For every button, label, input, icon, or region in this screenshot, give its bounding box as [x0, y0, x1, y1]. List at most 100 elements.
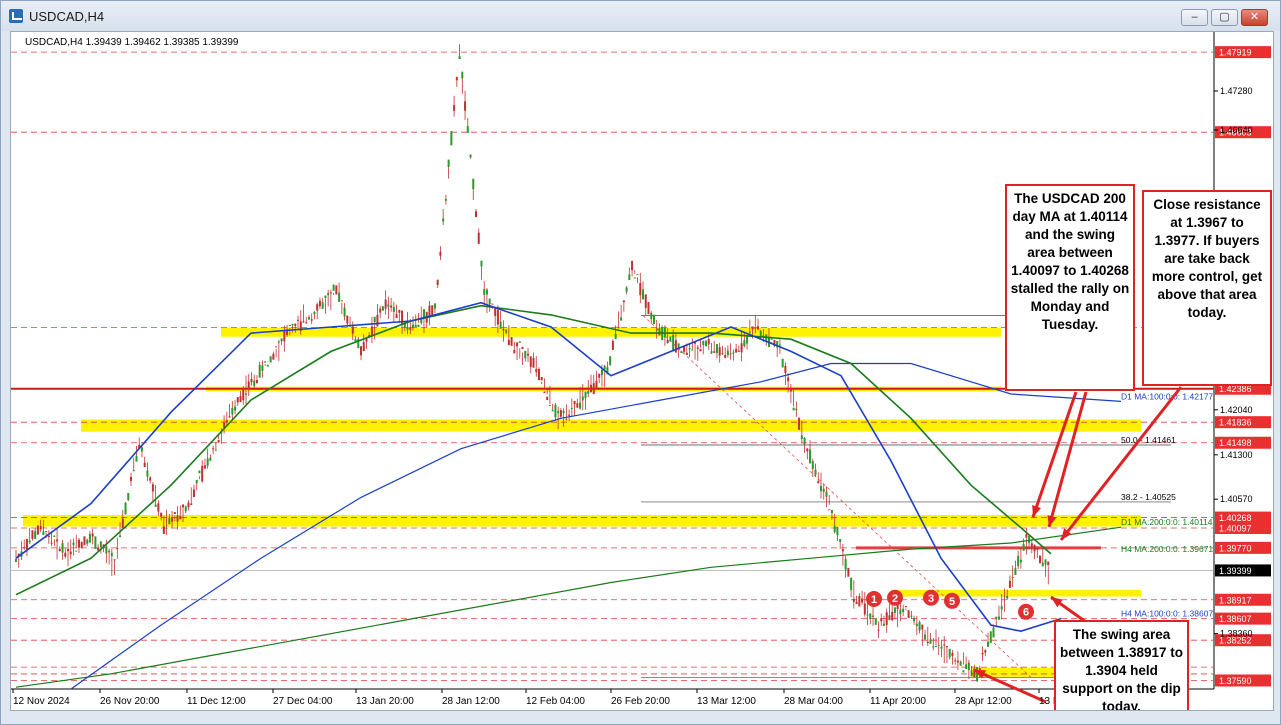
- candle-body: [529, 356, 532, 367]
- candle-body: [47, 535, 50, 537]
- candle-body: [956, 660, 959, 663]
- candle-body: [631, 260, 634, 271]
- x-tick-label: 13 Mar 12:00: [697, 696, 756, 707]
- candle-body: [904, 605, 907, 608]
- x-tick-label: 11 Apr 20:00: [870, 696, 926, 707]
- y-tick-label: 1.41300: [1220, 450, 1253, 460]
- level-label: D1 MA:100:0:0: 1.42177: [1121, 391, 1213, 401]
- candle-body: [748, 331, 751, 333]
- candle-body: [384, 299, 387, 309]
- swing-marker-number: 5: [949, 596, 955, 608]
- candle-body: [231, 407, 234, 415]
- candle-body: [94, 536, 97, 549]
- candle-body: [409, 327, 412, 330]
- swing-marker-number: 1: [871, 594, 877, 606]
- candle-body: [132, 470, 135, 472]
- candle-body: [485, 289, 488, 295]
- y-tick-label: 1.40570: [1220, 494, 1253, 504]
- candle-body: [160, 512, 163, 517]
- candle-body: [86, 539, 89, 544]
- candle-body: [559, 410, 562, 417]
- candle-body: [642, 289, 645, 300]
- candle-body: [795, 408, 798, 411]
- candle-body: [1000, 606, 1003, 610]
- candle-body: [726, 350, 729, 356]
- price-tag-label: 1.39399: [1219, 566, 1252, 576]
- candle-body: [943, 644, 946, 646]
- x-tick-label: 28 Jan 12:00: [442, 696, 500, 707]
- candle-body: [784, 365, 787, 374]
- candle-body: [565, 418, 568, 420]
- candle-body: [674, 340, 677, 353]
- minimize-button[interactable]: –: [1181, 9, 1208, 26]
- candle-body: [130, 477, 132, 481]
- candle-body: [255, 379, 258, 384]
- candle-body: [658, 327, 661, 336]
- candle-body: [647, 301, 650, 315]
- candle-body: [195, 479, 198, 484]
- candle-body: [381, 306, 384, 311]
- candle-body: [236, 397, 239, 403]
- candle-body: [327, 293, 330, 296]
- candle-body: [1030, 543, 1033, 547]
- candle-body: [433, 303, 436, 309]
- candle-body: [1008, 580, 1011, 588]
- candle-body: [1039, 555, 1042, 564]
- candle-body: [595, 380, 598, 390]
- candle-body: [924, 634, 927, 640]
- candle-body: [439, 251, 442, 256]
- candle-body: [740, 343, 743, 353]
- candle-body: [699, 348, 702, 352]
- candle-body: [513, 349, 516, 354]
- x-tick-label: 27 Dec 04:00: [273, 696, 333, 707]
- candle-body: [976, 666, 979, 682]
- candle-body: [830, 509, 833, 514]
- x-tick-label: 11 Dec 12:00: [187, 696, 246, 707]
- candle-body: [987, 641, 990, 647]
- candle-body: [401, 310, 404, 325]
- candle-body: [458, 56, 461, 60]
- candle-body: [1044, 559, 1047, 565]
- candle-body: [245, 393, 247, 395]
- candle-body: [422, 309, 425, 318]
- candle-body: [855, 601, 858, 605]
- candle-body: [258, 364, 261, 378]
- candle-body: [99, 541, 102, 548]
- candle-body: [288, 324, 291, 326]
- candle-body: [113, 559, 116, 561]
- candle-body: [614, 333, 617, 340]
- price-chart[interactable]: D1 MA:100:0:0: 1.42177 50.0 - 1.41461 38.2…: [10, 31, 1274, 711]
- candle-body: [882, 623, 885, 626]
- candle-body: [644, 294, 647, 308]
- candle-body: [672, 334, 675, 352]
- candle-body: [688, 347, 691, 350]
- x-tick-label: 26 Nov 20:00: [100, 696, 160, 707]
- candle-body: [713, 351, 716, 353]
- candle-body: [228, 416, 231, 418]
- candle-body: [997, 616, 1000, 620]
- ohlc-readout: USDCAD,H4 1.39439 1.39462 1.39385 1.3939…: [25, 37, 239, 48]
- candle-body: [962, 670, 965, 673]
- candle-body: [420, 319, 423, 324]
- candle-body: [61, 543, 64, 553]
- maximize-button[interactable]: ▢: [1211, 9, 1238, 26]
- candle-body: [77, 539, 80, 548]
- candle-body: [852, 598, 855, 602]
- terminal-window: USDCAD,H4 – ▢ ✕ D1 MA:100:0:0: 1.42177 50…: [0, 0, 1281, 725]
- candle-body: [72, 542, 75, 546]
- title-bar[interactable]: USDCAD,H4 – ▢ ✕: [1, 1, 1280, 31]
- candle-body: [680, 351, 683, 354]
- candle-body: [798, 417, 801, 430]
- candle-body: [496, 309, 499, 325]
- candle-body: [543, 391, 546, 394]
- close-button[interactable]: ✕: [1241, 9, 1268, 26]
- candle-body: [23, 547, 26, 549]
- candle-body: [540, 377, 543, 381]
- candle-body: [965, 664, 968, 669]
- candle-body: [787, 377, 790, 382]
- candle-body: [970, 670, 973, 677]
- price-tag-label: 1.38607: [1219, 614, 1252, 624]
- candle-body: [58, 548, 61, 551]
- candle-body: [751, 326, 754, 330]
- candle-body: [639, 282, 642, 296]
